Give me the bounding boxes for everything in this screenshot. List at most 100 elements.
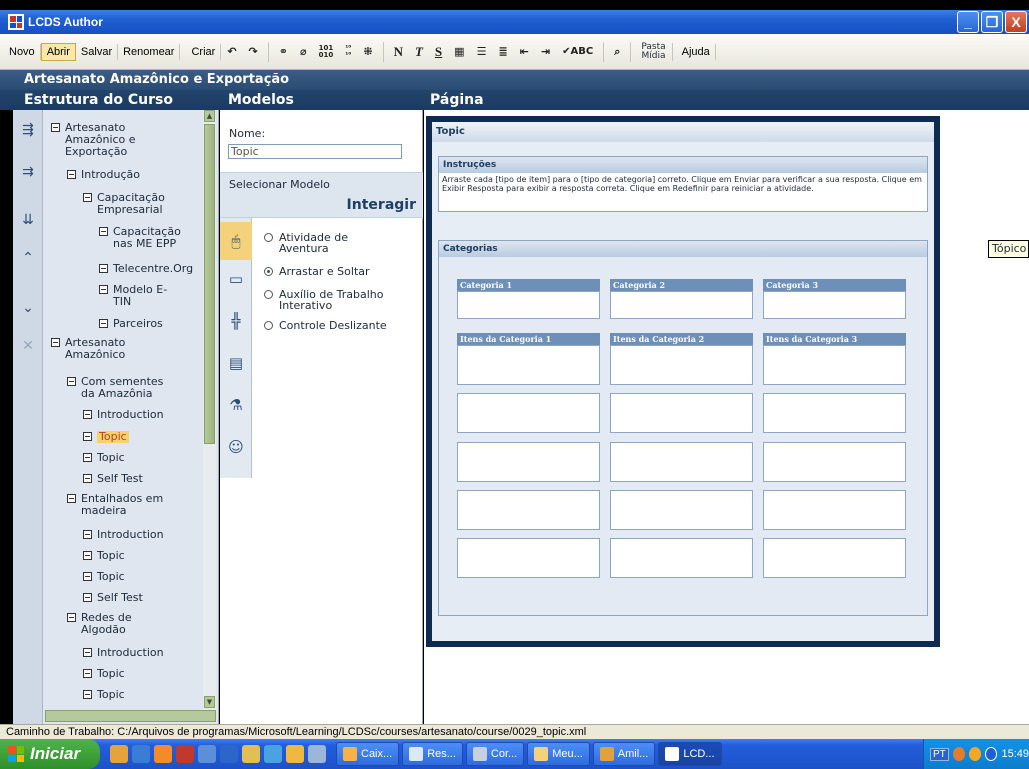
tree-node[interactable]: Redes de Algodão bbox=[67, 612, 157, 636]
tree-node[interactable]: Topic bbox=[83, 452, 193, 464]
criar-button[interactable]: Criar bbox=[186, 43, 222, 60]
item-drop-box[interactable] bbox=[763, 538, 906, 578]
task-button[interactable]: Res... bbox=[402, 742, 463, 766]
tree-vertical-scrollbar[interactable]: ▲ ▼ bbox=[203, 110, 216, 710]
item-drop-box[interactable] bbox=[457, 442, 600, 482]
item-drop-box[interactable] bbox=[763, 345, 906, 385]
lab-icon[interactable]: ⚗ bbox=[225, 394, 247, 416]
maximize-button[interactable]: ❐ bbox=[981, 11, 1003, 33]
item-drop-box[interactable] bbox=[457, 490, 600, 530]
tree-node[interactable]: Entalhados em madeira bbox=[67, 493, 167, 517]
item-drop-box[interactable] bbox=[610, 538, 753, 578]
tree-node[interactable]: Capacitação nas ME EPP bbox=[99, 226, 189, 250]
tray-icon[interactable] bbox=[952, 747, 965, 761]
quick-launch-icon[interactable] bbox=[110, 745, 128, 763]
link-icon[interactable]: ⚭ bbox=[273, 45, 294, 58]
tree-horizontal-scrollbar[interactable] bbox=[45, 710, 216, 722]
tree-node-selected[interactable]: Topic bbox=[83, 431, 193, 443]
tree-node[interactable]: Introduction bbox=[83, 529, 193, 541]
category-header[interactable]: Categoria 2 bbox=[610, 279, 753, 291]
tree-node[interactable]: Com sementes da Amazônia bbox=[67, 376, 177, 400]
task-button[interactable]: Caix... bbox=[336, 742, 400, 766]
map-icon[interactable]: ▭ bbox=[225, 268, 247, 290]
tree-node[interactable]: Introduction bbox=[83, 409, 193, 421]
task-button[interactable]: Amil... bbox=[592, 742, 656, 766]
bold-button[interactable]: N bbox=[388, 44, 409, 60]
outdent-icon[interactable]: ⇤ bbox=[514, 45, 535, 58]
indent-icon[interactable]: ⇥ bbox=[535, 45, 556, 58]
minimize-button[interactable]: _ bbox=[957, 11, 979, 33]
task-button[interactable]: Meu... bbox=[527, 742, 590, 766]
novo-button[interactable]: Novo bbox=[4, 43, 41, 60]
fraction-icon[interactable]: ¹⁰ ¹⁰ bbox=[339, 44, 357, 59]
quick-launch-icon[interactable] bbox=[264, 745, 282, 763]
tree-node[interactable]: Self Test bbox=[83, 473, 193, 485]
move-up-icon[interactable]: ⌃ bbox=[16, 246, 40, 270]
quick-launch-icon[interactable] bbox=[220, 745, 238, 763]
item-drop-box[interactable] bbox=[610, 490, 753, 530]
tree-node[interactable]: Topic bbox=[83, 689, 193, 701]
tree-node[interactable]: Artesanato Amazônico e Exportação bbox=[51, 122, 171, 158]
item-drop-box[interactable] bbox=[763, 393, 906, 433]
instructions-text[interactable]: Arraste cada [tipo de item] para o [tipo… bbox=[439, 173, 927, 195]
ajuda-button[interactable]: Ajuda bbox=[677, 43, 716, 60]
item-drop-box[interactable] bbox=[457, 538, 600, 578]
close-button[interactable]: X bbox=[1005, 11, 1027, 33]
language-indicator[interactable]: PT bbox=[930, 747, 949, 761]
scroll-up-arrow-icon[interactable]: ▲ bbox=[204, 110, 215, 122]
task-button-active[interactable]: LCD... bbox=[658, 742, 722, 766]
tree-node[interactable]: Self Test bbox=[83, 592, 193, 604]
tree-node[interactable]: Topic bbox=[83, 550, 193, 562]
italic-button[interactable]: T bbox=[409, 44, 429, 60]
category-header[interactable]: Categoria 1 bbox=[457, 279, 600, 291]
model-option-radio[interactable]: Arrastar e Soltar bbox=[264, 266, 370, 277]
move-down-icon[interactable]: ⌄ bbox=[16, 296, 40, 320]
tree-node[interactable]: Topic bbox=[83, 571, 193, 583]
quick-launch-icon[interactable] bbox=[308, 745, 326, 763]
quick-launch-icon[interactable] bbox=[286, 745, 304, 763]
spellcheck-button[interactable]: ✔ABC bbox=[556, 46, 599, 57]
pasta-midia-button[interactable]: Pasta Mídia bbox=[635, 42, 673, 61]
add-child-icon[interactable]: ⇉ bbox=[16, 160, 40, 184]
tree-node[interactable]: Capacitação Empresarial bbox=[83, 192, 193, 216]
preview-icon[interactable]: ⌕ bbox=[608, 45, 626, 59]
undo-icon[interactable]: ↶ bbox=[221, 45, 242, 58]
item-drop-box[interactable] bbox=[763, 442, 906, 482]
add-sibling-icon[interactable]: ⇶ bbox=[16, 118, 40, 142]
attach-icon[interactable]: ⌀ bbox=[294, 45, 313, 58]
tree-node[interactable]: Introduction bbox=[83, 647, 193, 659]
salvar-button[interactable]: Salvar bbox=[76, 43, 119, 60]
binary-icon[interactable]: 101 010 bbox=[313, 44, 340, 59]
table-insert-icon[interactable]: ⁜ bbox=[357, 45, 378, 58]
quick-launch-icon[interactable] bbox=[176, 745, 194, 763]
category-header[interactable]: Categoria 3 bbox=[763, 279, 906, 291]
item-drop-box[interactable] bbox=[457, 345, 600, 385]
item-drop-box[interactable] bbox=[457, 393, 600, 433]
category-box[interactable] bbox=[610, 291, 753, 319]
document-icon[interactable]: ▤ bbox=[225, 352, 247, 374]
tree-node[interactable]: Introdução bbox=[67, 169, 187, 181]
tray-icon[interactable] bbox=[968, 747, 982, 761]
delete-icon[interactable]: ✕ bbox=[16, 334, 40, 358]
category-box[interactable] bbox=[763, 291, 906, 319]
tree-node[interactable]: Telecentre.Org bbox=[99, 263, 199, 275]
person-icon[interactable]: ☺ bbox=[225, 436, 247, 458]
tree-node[interactable]: Modelo E-TIN bbox=[99, 284, 179, 308]
redo-icon[interactable]: ↷ bbox=[243, 45, 264, 58]
scroll-down-arrow-icon[interactable]: ▼ bbox=[204, 696, 215, 708]
tree-node[interactable]: Topic bbox=[83, 668, 193, 680]
abrir-button[interactable]: Abrir bbox=[40, 42, 76, 61]
quick-launch-icon[interactable] bbox=[198, 745, 216, 763]
add-subchild-icon[interactable]: ⇊ bbox=[16, 208, 40, 232]
tree-node[interactable]: Parceiros bbox=[99, 318, 199, 330]
table-icon[interactable]: ▦ bbox=[448, 45, 470, 58]
item-drop-box[interactable] bbox=[610, 442, 753, 482]
task-button[interactable]: Cor... bbox=[465, 742, 525, 766]
tray-icon[interactable] bbox=[985, 747, 998, 761]
renomear-button[interactable]: Renomear bbox=[118, 43, 181, 60]
underline-button[interactable]: S bbox=[429, 44, 448, 60]
model-option-radio[interactable]: Auxílio de Trabalho Interativo bbox=[264, 289, 389, 311]
category-box[interactable] bbox=[457, 291, 600, 319]
item-drop-box[interactable] bbox=[610, 393, 753, 433]
tree-node[interactable]: Artesanato Amazônico bbox=[51, 337, 151, 361]
